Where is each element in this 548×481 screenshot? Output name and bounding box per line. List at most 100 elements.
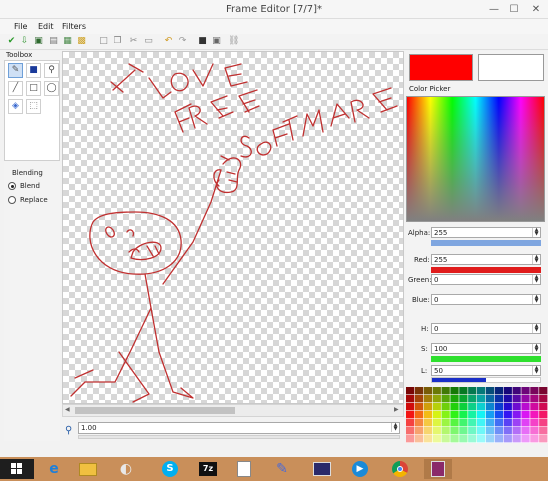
palette-swatch[interactable]: [530, 403, 539, 411]
palette-swatch[interactable]: [539, 411, 548, 419]
drawing-canvas[interactable]: [62, 51, 404, 404]
import-icon[interactable]: ⇩: [19, 36, 30, 47]
palette-swatch[interactable]: [477, 395, 486, 403]
blue-input[interactable]: 0 ▲ ▼: [431, 294, 541, 305]
palette-swatch[interactable]: [485, 427, 495, 435]
palette-swatch[interactable]: [432, 435, 441, 443]
palette-swatch[interactable]: [450, 387, 459, 395]
palette-swatch[interactable]: [450, 427, 459, 435]
palette-swatch[interactable]: [414, 387, 424, 395]
palette-swatch[interactable]: [485, 403, 495, 411]
palette-swatch[interactable]: [539, 403, 548, 411]
palette-swatch[interactable]: [423, 427, 433, 435]
text-editor-icon[interactable]: [230, 459, 258, 479]
zoom-input[interactable]: 1.00 ▲ ▼: [78, 422, 400, 434]
palette-swatch[interactable]: [423, 395, 433, 403]
palette-swatch[interactable]: [441, 411, 450, 419]
palette-swatch[interactable]: [459, 387, 468, 395]
ellipse-tool-icon[interactable]: ◯: [44, 81, 59, 96]
s-bar[interactable]: [431, 356, 541, 362]
palette-swatch[interactable]: [414, 411, 424, 419]
zoom-spinner[interactable]: ▲ ▼: [391, 423, 399, 432]
palette-swatch[interactable]: [406, 427, 415, 435]
copy-icon[interactable]: ❐: [112, 36, 123, 47]
palette-swatch[interactable]: [432, 403, 441, 411]
palette-swatch[interactable]: [450, 403, 459, 411]
palette-swatch[interactable]: [503, 411, 512, 419]
palette-swatch[interactable]: [459, 435, 468, 443]
palette-swatch[interactable]: [503, 435, 512, 443]
palette-swatch[interactable]: [503, 403, 512, 411]
s-input[interactable]: 100 ▲ ▼: [431, 343, 541, 354]
scroll-left-icon[interactable]: ◀: [65, 406, 70, 413]
palette-swatch[interactable]: [485, 419, 495, 427]
palette-swatch[interactable]: [468, 395, 477, 403]
palette-swatch[interactable]: [441, 403, 450, 411]
7zip-icon[interactable]: 7z: [194, 459, 222, 479]
palette-swatch[interactable]: [503, 395, 512, 403]
palette-swatch[interactable]: [530, 419, 539, 427]
color-picker-spectrum[interactable]: [406, 96, 545, 222]
frame-editor-taskbar-icon[interactable]: [424, 459, 452, 479]
blue-spinner[interactable]: ▲ ▼: [532, 295, 540, 304]
palette-swatch[interactable]: [450, 411, 459, 419]
line-tool-icon[interactable]: ╱: [8, 81, 23, 96]
palette-swatch[interactable]: [521, 427, 530, 435]
palette-swatch[interactable]: [477, 387, 486, 395]
palette-swatch[interactable]: [530, 435, 539, 443]
apply-icon[interactable]: ✔: [6, 36, 17, 47]
palette-swatch[interactable]: [530, 411, 539, 419]
paint-icon[interactable]: ✎: [268, 459, 296, 479]
redo-icon[interactable]: ↷: [177, 36, 188, 47]
palette-swatch[interactable]: [477, 435, 486, 443]
palette-swatch[interactable]: [512, 419, 521, 427]
palette-swatch[interactable]: [521, 403, 530, 411]
palette-swatch[interactable]: [503, 427, 512, 435]
palette-swatch[interactable]: [432, 419, 441, 427]
palette-swatch[interactable]: [450, 395, 459, 403]
palette-swatch[interactable]: [494, 395, 504, 403]
primary-color-swatch[interactable]: [409, 54, 473, 81]
screenshot-tool-icon[interactable]: [308, 459, 336, 479]
palette-swatch[interactable]: [441, 387, 450, 395]
palette-swatch[interactable]: [485, 387, 495, 395]
palette-swatch[interactable]: [539, 435, 548, 443]
palette-swatch[interactable]: [441, 427, 450, 435]
close-button[interactable]: ✕: [524, 0, 548, 19]
red-spinner[interactable]: ▲ ▼: [532, 255, 540, 264]
palette-swatch[interactable]: [494, 419, 504, 427]
palette-swatch[interactable]: [459, 403, 468, 411]
secondary-color-swatch[interactable]: [478, 54, 544, 81]
new-icon[interactable]: □: [98, 36, 109, 47]
palette-swatch[interactable]: [423, 387, 433, 395]
horizontal-scrollbar[interactable]: ◀ ▶: [62, 404, 404, 417]
palette-swatch[interactable]: [539, 387, 548, 395]
chrome-icon[interactable]: [386, 459, 414, 479]
palette-swatch[interactable]: [459, 411, 468, 419]
pencil-tool-icon[interactable]: ✎: [8, 63, 23, 78]
palette-swatch[interactable]: [414, 403, 424, 411]
palette-swatch[interactable]: [423, 419, 433, 427]
palette-swatches[interactable]: [406, 387, 548, 443]
palette-swatch[interactable]: [512, 387, 521, 395]
link-icon[interactable]: ⛓: [228, 36, 239, 47]
palette-swatch[interactable]: [485, 411, 495, 419]
alpha-spinner[interactable]: ▲ ▼: [532, 228, 540, 237]
rectangle-fill-tool-icon[interactable]: ■: [26, 63, 41, 78]
palette-swatch[interactable]: [539, 419, 548, 427]
eyedropper-tool-icon[interactable]: ⚲: [44, 63, 59, 78]
scroll-thumb[interactable]: [75, 407, 235, 414]
palette-swatch[interactable]: [494, 411, 504, 419]
palette-swatch[interactable]: [432, 387, 441, 395]
fill-tool-icon[interactable]: ◈: [8, 99, 23, 114]
resize-icon[interactable]: ▣: [211, 36, 222, 47]
palette-swatch[interactable]: [477, 427, 486, 435]
palette-swatch[interactable]: [406, 387, 415, 395]
media-player-icon[interactable]: ◐: [112, 459, 140, 479]
menu-file[interactable]: File: [14, 22, 27, 31]
zoom-track[interactable]: [78, 435, 400, 439]
menu-filters[interactable]: Filters: [62, 22, 86, 31]
palette-swatch[interactable]: [512, 411, 521, 419]
palette-swatch[interactable]: [477, 411, 486, 419]
undo-icon[interactable]: ↶: [163, 36, 174, 47]
